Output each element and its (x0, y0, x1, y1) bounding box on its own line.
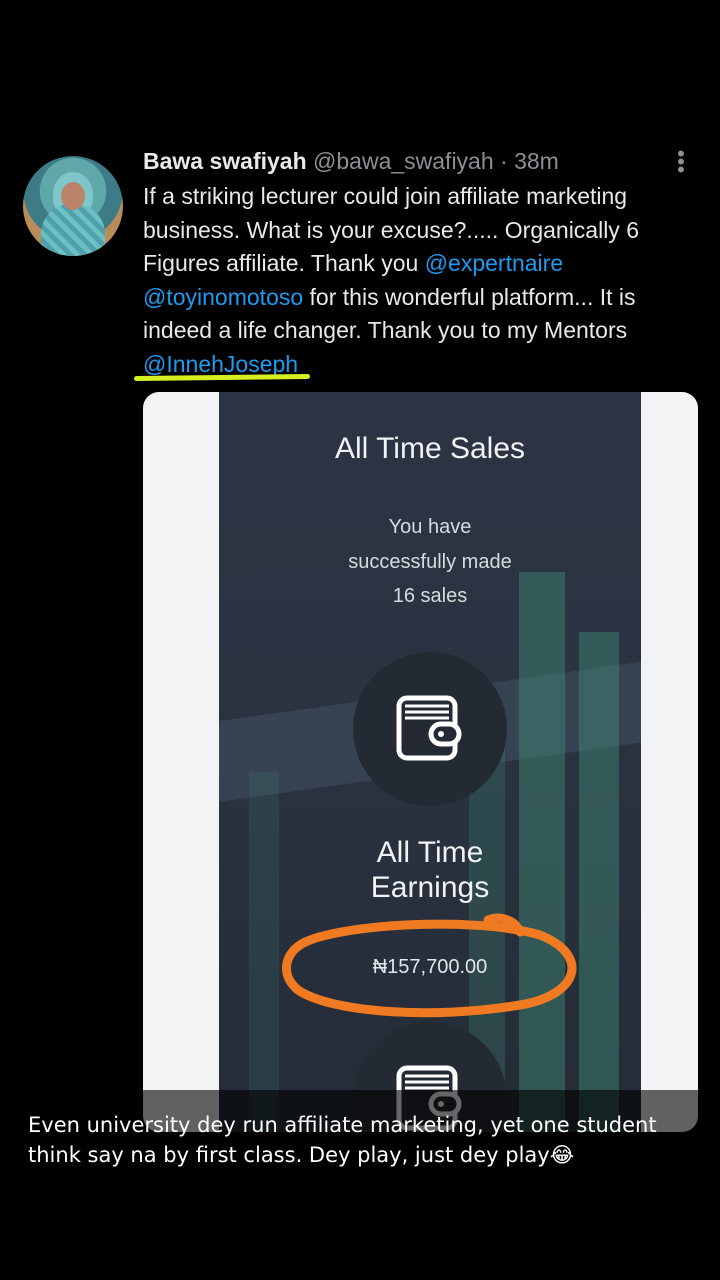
orange-annotation-circle (282, 913, 577, 1018)
story-caption: Even university dey run affiliate market… (28, 1113, 657, 1167)
story-screen: { "tweet": { "display_name": "Bawa swafi… (0, 0, 720, 1280)
